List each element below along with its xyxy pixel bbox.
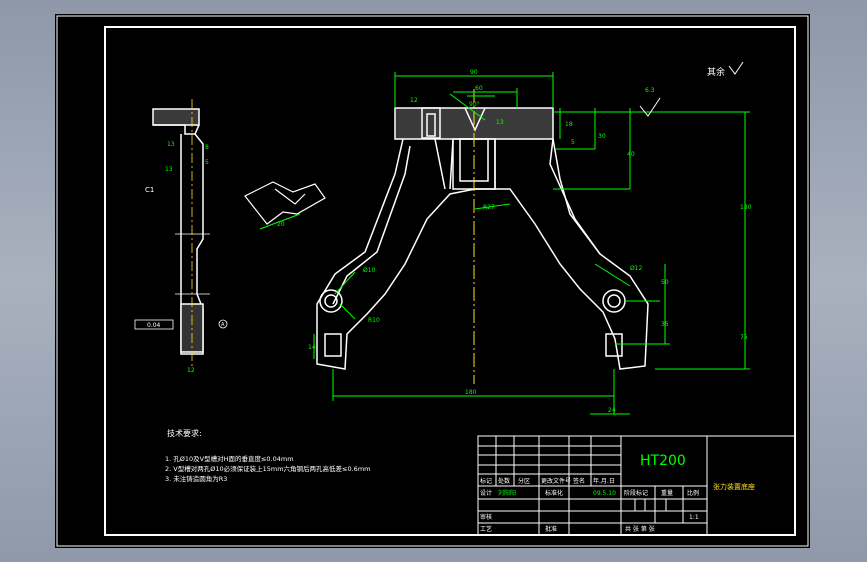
dim-depth: 12 [410,97,418,104]
detail-view [244,181,326,230]
dim-h5: 5 [571,139,575,146]
dim-h30: 30 [598,133,606,140]
part-name: 张力装置底座 [713,482,755,491]
roughness-other-label: 其余 [707,66,725,78]
tech-req-title: 技术要求: [167,428,202,438]
chamfer-note: C1 [145,186,154,194]
roughness-symbol-icon [639,97,661,117]
tb-stage-label: 阶段标记 [624,489,648,497]
side-dim-5: 5 [205,159,209,166]
dim-top-width: 90 [470,69,478,76]
tech-req-item: 3. 未注铸造圆角为R3 [165,474,227,483]
tb-sheets: 共 张 第 张 [625,525,655,533]
dim-phi12: Ø12 [630,265,643,272]
dim-w14: 14 [308,344,316,351]
drawing-canvas: 90 60 90° 13 18 5 30 40 180 50 35 75 180… [56,15,809,547]
tb-date: 09.5.10 [593,490,616,497]
tb-scale-label: 比例 [687,489,699,497]
roughness-other-icon [728,61,744,75]
drawing-sheet[interactable]: 90 60 90° 13 18 5 30 40 180 50 35 75 180… [55,14,810,548]
dim-w24: 24 [608,407,616,414]
side-view [152,108,210,355]
dim-h75: 75 [740,334,748,341]
tolerance-value: 0.04 [147,322,161,329]
detail-dim-20: 20 [277,221,285,228]
tb-approve-label: 批准 [545,525,557,533]
tb-change-doc: 更改文件号 [541,477,571,485]
dim-phi10: Ø10 [363,267,376,274]
dim-slot: 13 [496,119,504,126]
tb-scale-value: 1:1 [689,514,699,521]
side-dim-8: 8 [205,144,209,151]
tb-date-label: 年.月.日 [593,477,615,485]
datum-label: A [221,322,225,328]
tb-mark: 标记 [480,477,492,485]
material-label: HT200 [640,453,686,469]
dim-top-offset: 60 [475,85,483,92]
dim-r10: R10 [368,317,380,324]
tech-req-item: 1. 孔Ø10及V型槽对H面的垂直度≤0.04mm [165,454,294,463]
tb-standard-label: 标准化 [545,489,563,497]
dim-h180: 180 [740,204,752,211]
side-dim-13b: 13 [165,166,173,173]
dim-roughness: 6.3 [645,87,655,94]
cad-viewport: 90 60 90° 13 18 5 30 40 180 50 35 75 180… [0,0,867,562]
dim-v-angle: 90° [469,101,480,108]
tb-weight-label: 重量 [661,489,673,497]
dim-h18: 18 [565,121,573,128]
side-dim-13a: 13 [167,141,175,148]
tb-review-label: 审核 [480,513,492,521]
dim-base-width: 180 [465,389,477,396]
tb-designer-name: 刘阳阳 [498,489,516,497]
dim-r27: R27 [483,204,495,211]
tb-designer-label: 设计 [480,489,492,497]
dim-h35: 35 [661,321,669,328]
tb-process-label: 工艺 [480,525,492,533]
front-view [316,107,649,370]
tb-sign: 签名 [573,477,585,485]
dim-h40: 40 [627,151,635,158]
side-dim-12: 12 [187,367,195,374]
tb-count: 处数 [498,477,510,485]
dim-h50: 50 [661,279,669,286]
tech-req-item: 2. V型槽对两孔Ø10必须保证装上15mm六角钢后两孔高低差≤0.6mm [165,464,370,473]
tb-zone: 分区 [518,477,530,485]
